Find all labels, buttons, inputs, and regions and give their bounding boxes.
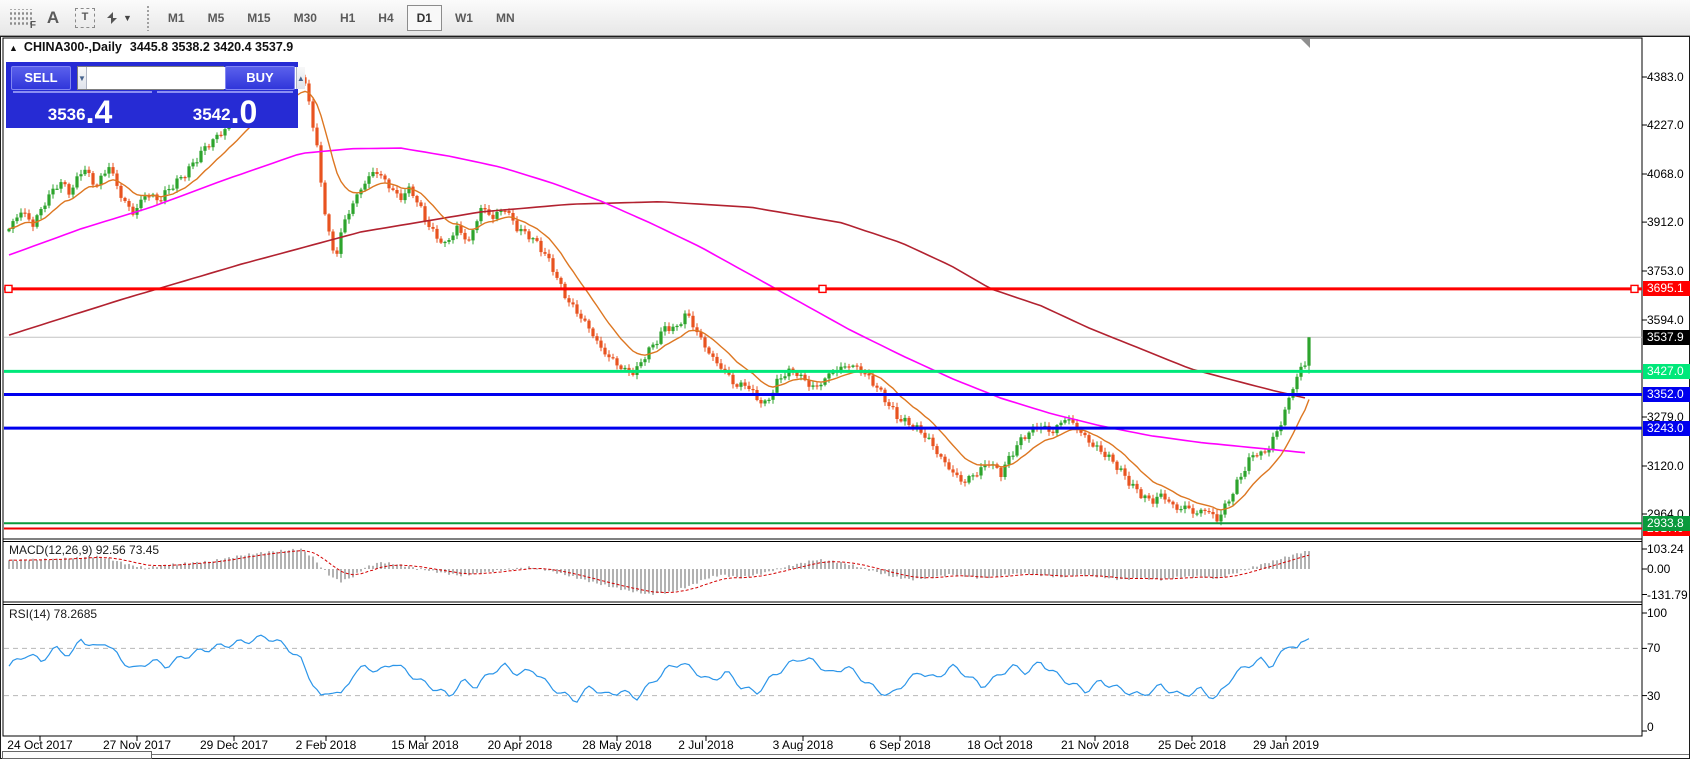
date-axis-label: 3 Aug 2018 [758,738,848,752]
price-tick-label: 3753.0 [1647,264,1690,278]
buy-price[interactable]: 3542 .0 [154,94,296,128]
sell-underline [13,91,152,93]
macd-indicator-label: MACD(12,26,9) 92.56 73.45 [9,543,159,557]
macd-scale-label: -131.79 [1647,588,1690,602]
buy-underline [157,91,293,93]
sell-price[interactable]: 3536 .4 [8,94,152,128]
rsi-line [9,635,1309,702]
line-handle[interactable] [819,285,826,292]
date-axis-label: 24 Oct 2017 [0,738,85,752]
horizontal-scrollbar[interactable] [1,751,1689,758]
timeframe-button-mn[interactable]: MN [486,5,525,31]
price-badge-3695.1: 3695.1 [1643,281,1690,296]
font-a-icon[interactable]: A [40,5,66,31]
ma-mid-line [9,148,1305,453]
price-badge-3427.0: 3427.0 [1643,364,1690,379]
timeframe-button-m5[interactable]: M5 [198,5,235,31]
date-axis-label: 21 Nov 2018 [1050,738,1140,752]
timeframe-button-m1[interactable]: M1 [158,5,195,31]
line-handle[interactable] [1631,285,1638,292]
price-badge-2933.8: 2933.8 [1643,516,1690,531]
price-tick-label: 4068.0 [1647,167,1690,181]
date-axis-label: 18 Oct 2018 [955,738,1045,752]
date-axis-label: 29 Jan 2019 [1241,738,1331,752]
toolbar: F A T ▼ M1M5M15M30H1H4D1W1MN [0,0,1690,36]
date-axis-label: 6 Sep 2018 [855,738,945,752]
arrows-glyph-icon [104,10,120,26]
date-axis-label: 29 Dec 2017 [189,738,279,752]
timeframe-button-h1[interactable]: H1 [330,5,365,31]
amount-increase-button[interactable]: ▲ [296,67,305,89]
chart-info-line: ▲ CHINA300-,Daily 3445.8 3538.2 3420.4 353… [9,40,293,54]
one-click-trade-panel: SELL ▼ ▲ BUY 3536 .4 3542 .0 [6,62,298,128]
text-label-tool-icon[interactable]: T [72,5,98,31]
rsi-scale-label: 100 [1647,606,1690,620]
ohlc-values: 3445.8 3538.2 3420.4 3537.9 [130,40,293,54]
chart-shift-marker-icon[interactable] [1301,39,1310,48]
macd-scale-label: 0.00 [1647,562,1690,576]
rsi-scale-label: 0 [1647,720,1690,734]
date-axis-label: 2 Jul 2018 [661,738,751,752]
price-badge-3352.0: 3352.0 [1643,387,1690,402]
collapse-panel-arrow-icon[interactable]: ▲ [9,43,18,53]
chart-canvas[interactable] [1,37,1689,758]
toolbar-separator [146,5,150,31]
amount-spinner: ▼ ▲ [77,66,224,90]
symbol-period-label: CHINA300-,Daily [24,40,122,54]
price-tick-label: 3594.0 [1647,313,1690,327]
date-axis-label: 2 Feb 2018 [281,738,371,752]
buy-button[interactable]: BUY [225,66,295,90]
timeframe-button-w1[interactable]: W1 [445,5,483,31]
date-axis-label: 20 Apr 2018 [475,738,565,752]
scrollbar-thumb[interactable] [2,751,152,759]
timeframe-button-h4[interactable]: H4 [368,5,403,31]
date-axis-label: 27 Nov 2017 [92,738,182,752]
grid-f-icon[interactable]: F [8,9,34,27]
rsi-scale-label: 70 [1647,641,1690,655]
price-tick-label: 4227.0 [1647,118,1690,132]
ma-fast-line [9,91,1309,510]
sell-button[interactable]: SELL [11,66,71,90]
line-handle[interactable] [5,285,12,292]
chevron-down-icon: ▼ [123,13,132,23]
price-tick-label: 3120.0 [1647,459,1690,473]
macd-pane [8,549,1310,595]
chart-frame [3,38,1642,736]
candles-group [7,75,1310,526]
ma-slow-line [9,202,1305,398]
price-badge-3243.0: 3243.0 [1643,421,1690,436]
amount-decrease-button[interactable]: ▼ [78,67,87,89]
timeframe-button-m15[interactable]: M15 [237,5,280,31]
price-badge-3537.9: 3537.9 [1643,330,1690,345]
timeframe-group: M1M5M15M30H1H4D1W1MN [158,0,528,35]
rsi-scale-label: 30 [1647,689,1690,703]
date-axis-label: 28 May 2018 [572,738,662,752]
rsi-indicator-label: RSI(14) 78.2685 [9,607,97,621]
chart-window: ▲ CHINA300-,Daily 3445.8 3538.2 3420.4 353… [0,36,1690,759]
grid-f-icon-label: F [30,20,36,31]
macd-scale-label: 103.24 [1647,542,1690,556]
timeframe-button-m30[interactable]: M30 [284,5,327,31]
price-tick-label: 4383.0 [1647,70,1690,84]
date-axis-label: 15 Mar 2018 [380,738,470,752]
price-tick-label: 3912.0 [1647,215,1690,229]
arrows-dropdown-icon[interactable]: ▼ [104,5,132,31]
date-axis-label: 25 Dec 2018 [1147,738,1237,752]
scrollbar-track[interactable] [151,754,1689,755]
trading-terminal: F A T ▼ M1M5M15M30H1H4D1W1MN ▲ CHINA300-,… [0,0,1690,759]
timeframe-button-d1[interactable]: D1 [407,5,442,31]
